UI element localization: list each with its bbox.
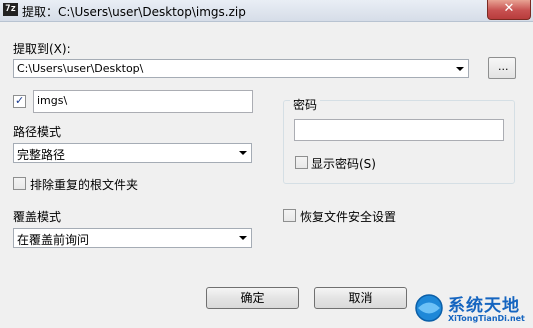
title-bar: 7z 提取：C:\Users\user\Desktop\imgs.zip ✕ <box>0 0 533 22</box>
restore-security-label: 恢复文件安全设置 <box>300 210 397 224</box>
password-group-label: 密码 <box>290 96 321 113</box>
overwrite-mode-label: 覆盖模式 <box>13 210 62 224</box>
watermark-url: XiTongTianDi.net <box>448 314 525 323</box>
ok-button[interactable]: 确定 <box>206 287 299 309</box>
overwrite-mode-value: 在覆盖前询问 <box>17 233 90 247</box>
subfolder-input[interactable]: imgs\ <box>33 90 253 113</box>
path-mode-value: 完整路径 <box>17 148 66 162</box>
path-mode-select[interactable]: 完整路径 <box>13 143 252 163</box>
checkmark-icon: ✓ <box>15 94 25 107</box>
watermark-name: 系统天地 <box>448 296 520 316</box>
password-input[interactable] <box>294 119 504 141</box>
globe-logo-icon <box>415 294 443 322</box>
eliminate-duplicate-root-label: 排除重复的根文件夹 <box>30 178 139 192</box>
close-button[interactable]: ✕ <box>487 0 531 20</box>
browse-button[interactable]: ... <box>488 57 516 79</box>
subfolder-input-value: imgs\ <box>37 94 68 107</box>
eliminate-duplicate-root-checkbox[interactable] <box>13 177 26 190</box>
path-mode-label: 路径模式 <box>13 125 62 139</box>
browse-button-label: ... <box>498 60 509 73</box>
cancel-button-label: 取消 <box>348 291 373 305</box>
app-7zip-icon: 7z <box>3 3 18 16</box>
chevron-down-icon <box>456 67 464 71</box>
extract-path-value: C:\Users\user\Desktop\ <box>17 62 144 75</box>
extract-path-combo[interactable]: C:\Users\user\Desktop\ <box>13 59 469 78</box>
close-icon: ✕ <box>503 1 515 16</box>
cancel-button[interactable]: 取消 <box>314 287 407 309</box>
show-password-checkbox[interactable] <box>295 156 308 169</box>
subfolder-checkbox[interactable]: ✓ <box>13 94 26 108</box>
window-title: 提取：C:\Users\user\Desktop\imgs.zip <box>22 5 246 19</box>
ok-button-label: 确定 <box>240 291 265 305</box>
watermark-logo: 系统天地 XiTongTianDi.net <box>414 290 533 328</box>
extract-to-label: 提取到(X): <box>13 42 71 56</box>
chevron-down-icon <box>239 236 247 240</box>
overwrite-mode-select[interactable]: 在覆盖前询问 <box>13 228 252 248</box>
chevron-down-icon <box>239 151 247 155</box>
restore-security-checkbox[interactable] <box>283 209 296 222</box>
show-password-label: 显示密码(S) <box>311 157 376 171</box>
